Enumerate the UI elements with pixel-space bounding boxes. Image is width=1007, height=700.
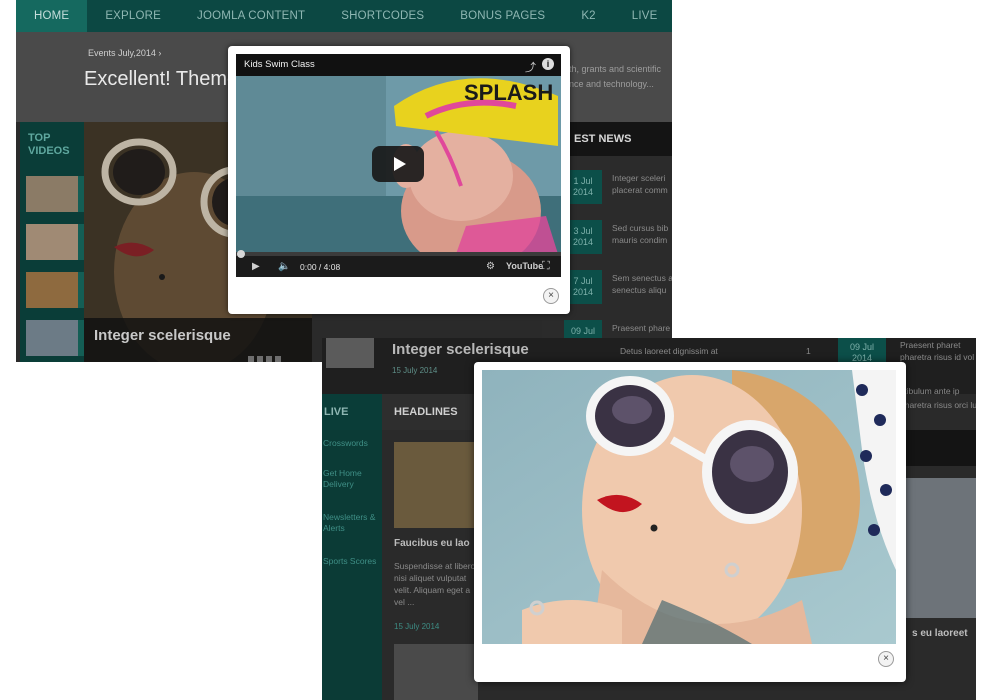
play-icon[interactable] bbox=[394, 157, 406, 171]
sidebar-item-crosswords[interactable]: Crosswords bbox=[323, 438, 379, 449]
fullscreen-icon[interactable]: ⛶ bbox=[542, 260, 550, 273]
news-date-day: 09 Jul bbox=[849, 342, 875, 352]
svg-text:SPLASH: SPLASH bbox=[464, 80, 553, 105]
portrait-photo-graphic bbox=[482, 370, 896, 644]
top-videos-title-line: VIDEOS bbox=[28, 145, 70, 157]
slider-dot[interactable] bbox=[248, 356, 254, 362]
slider-dot[interactable] bbox=[257, 356, 263, 362]
video-thumbnail[interactable] bbox=[26, 176, 78, 212]
article-date: 15 July 2014 bbox=[394, 622, 440, 631]
news-item-line: Integer sceleri bbox=[612, 173, 666, 183]
news-item-line[interactable]: Praesent pharet bbox=[900, 340, 960, 350]
sidebar-item-newsletters[interactable]: Newsletters & Alerts bbox=[323, 512, 379, 534]
hero-title[interactable]: Integer scelerisque bbox=[392, 341, 529, 358]
video-progress-bar[interactable] bbox=[236, 252, 561, 256]
top-videos-title: TOP VIDEOS bbox=[28, 132, 70, 158]
news-item[interactable]: Sem senectus a senectus aliqu bbox=[612, 272, 672, 296]
slider-dot[interactable] bbox=[266, 356, 272, 362]
sidebar-item-home-delivery[interactable]: Get Home Delivery bbox=[323, 468, 379, 490]
video-thumbnail[interactable] bbox=[26, 320, 78, 356]
article-title[interactable]: Faucibus eu lao bbox=[394, 538, 470, 549]
nav-item-bonus-pages[interactable]: Bonus Pages bbox=[442, 0, 563, 32]
video-scrubber[interactable] bbox=[237, 250, 245, 258]
nav-item-home[interactable]: Home bbox=[16, 0, 88, 32]
close-icon[interactable]: × bbox=[543, 288, 559, 304]
nav-item-shortcodes[interactable]: Shortcodes bbox=[323, 0, 442, 32]
latest-news-title: EST NEWS bbox=[556, 122, 672, 156]
slider-pagination bbox=[248, 356, 281, 362]
news-item-line: placerat comm bbox=[612, 185, 668, 195]
news-date-day: 09 Jul bbox=[570, 326, 596, 336]
sidebar-item-sports-scores[interactable]: Sports Scores bbox=[323, 556, 379, 567]
youtube-logo[interactable]: YouTube bbox=[506, 261, 543, 271]
nav-item-joomla-content[interactable]: Joomla Content bbox=[179, 0, 323, 32]
info-icon[interactable]: i bbox=[542, 58, 554, 70]
settings-icon[interactable]: ⚙ bbox=[486, 261, 495, 272]
news-item-line: Sed cursus bib bbox=[612, 223, 669, 233]
close-icon[interactable]: × bbox=[878, 651, 894, 667]
nav-item-explore[interactable]: Explore bbox=[87, 0, 179, 32]
news-item-line: Sem senectus a bbox=[612, 273, 672, 283]
news-item[interactable]: Integer sceleri placerat comm bbox=[612, 172, 672, 196]
main-nav: Home Explore Joomla Content Shortcodes B… bbox=[16, 0, 672, 32]
article-excerpt: Suspendisse at libero nisi aliquet vulpu… bbox=[394, 561, 476, 607]
tab-live[interactable]: LIVE bbox=[322, 394, 382, 430]
news-item-line[interactable]: pharetra risus id vol bbox=[900, 352, 974, 362]
share-icon[interactable]: ⤴ bbox=[525, 59, 536, 75]
news-item-line: senectus aliqu bbox=[612, 285, 667, 295]
top-videos-title-line: TOP bbox=[28, 132, 51, 144]
news-item-line[interactable]: pharetra risus orci luctus bbox=[900, 400, 976, 410]
header-blurb: th, grants and scientific nce and techno… bbox=[569, 62, 672, 92]
news-item-line: mauris condim bbox=[612, 235, 668, 245]
header-blurb-line: nce and technology... bbox=[569, 79, 654, 89]
thumbnail[interactable] bbox=[326, 338, 374, 368]
nav-item-k2[interactable]: K2 bbox=[563, 0, 613, 32]
video-thumbnail[interactable] bbox=[26, 224, 78, 260]
hero-caption[interactable]: Integer scelerisque bbox=[94, 327, 231, 344]
comment-count: 1 bbox=[806, 346, 811, 356]
slider-dot[interactable] bbox=[275, 356, 281, 362]
video-time: 0:00 / 4:08 bbox=[300, 262, 341, 272]
events-link[interactable]: Events July,2014 › bbox=[88, 48, 161, 58]
article-title[interactable]: s eu laoreet bbox=[912, 628, 968, 639]
news-item[interactable]: Praesent phare bbox=[612, 322, 672, 334]
article-image[interactable] bbox=[394, 644, 478, 700]
lightbox-photo[interactable] bbox=[482, 370, 896, 644]
volume-icon[interactable]: 🔈 bbox=[278, 261, 290, 272]
video-thumbnail[interactable] bbox=[26, 272, 78, 308]
news-item-line[interactable]: Detus laoreet dignissim at bbox=[620, 346, 718, 356]
nav-item-live[interactable]: Live bbox=[614, 0, 672, 32]
news-item-line[interactable]: stibulum ante ip bbox=[900, 386, 960, 396]
article-image[interactable] bbox=[394, 442, 478, 528]
page-headline: Excellent! Theme bbox=[84, 68, 239, 90]
news-item-line: Praesent phare bbox=[612, 323, 671, 333]
article-image[interactable] bbox=[900, 478, 976, 618]
video-title[interactable]: Kids Swim Class bbox=[236, 54, 561, 76]
header-blurb-line: th, grants and scientific bbox=[569, 64, 662, 74]
news-item[interactable]: Sed cursus bib mauris condim bbox=[612, 222, 672, 246]
hero-date: 15 July 2014 bbox=[392, 366, 438, 375]
composite-screenshot: Home Explore Joomla Content Shortcodes B… bbox=[0, 0, 1007, 700]
section-header bbox=[900, 430, 976, 466]
play-small-icon[interactable]: ▶ bbox=[252, 261, 260, 272]
tab-headlines[interactable]: HEADLINES bbox=[382, 394, 472, 430]
